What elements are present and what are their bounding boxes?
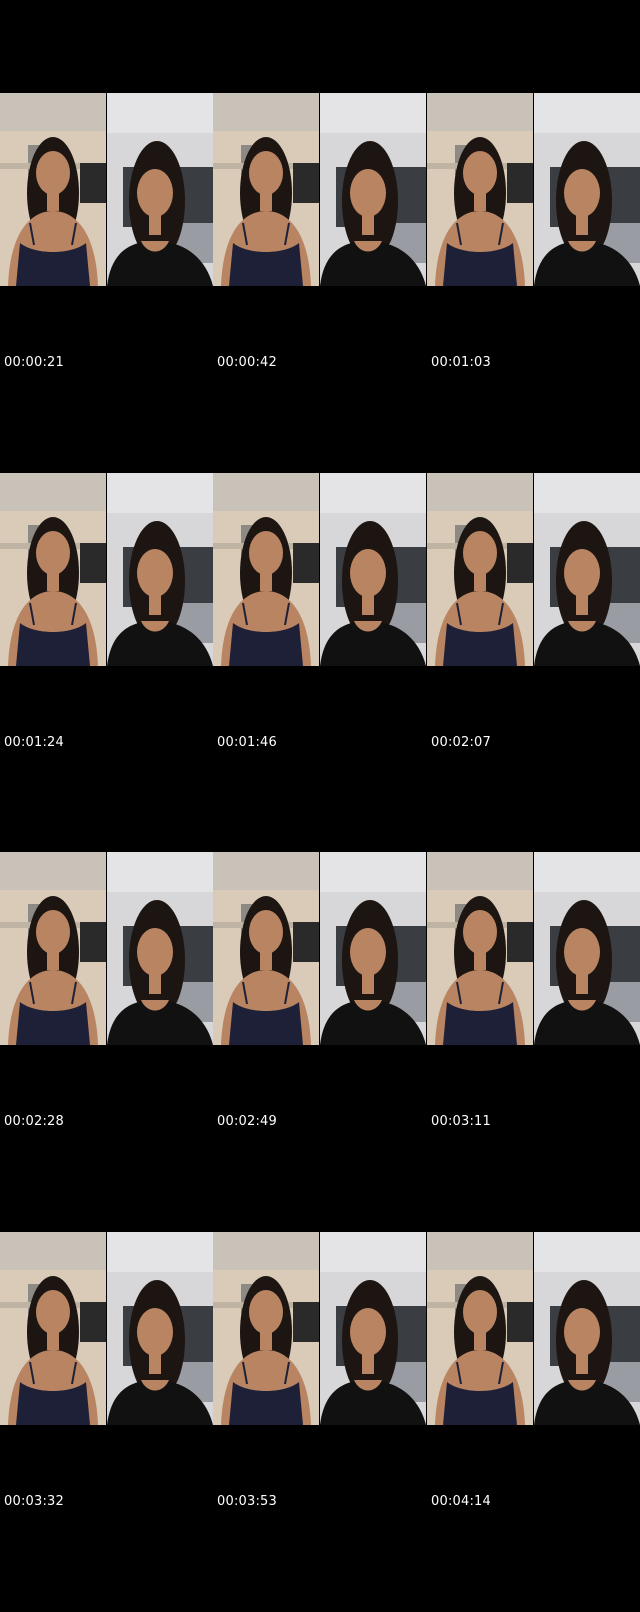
timestamp-label: 00:02:49 [217, 1114, 277, 1129]
kitchen-scene-image [0, 1232, 106, 1425]
bedroom-scene-image [107, 93, 213, 286]
video-frame-left [0, 473, 106, 666]
thumbnail-row: 00:01:24 00:01:46 00:02:07 [0, 473, 640, 853]
bedroom-scene-image [320, 473, 426, 666]
thumbnail-row: 00:00:21 00:00:42 00:01:03 [0, 93, 640, 473]
video-frame-right [107, 473, 213, 666]
video-frame-right [107, 1232, 213, 1425]
video-frame-right [534, 473, 640, 666]
video-frame-right [107, 852, 213, 1045]
kitchen-scene-image [213, 93, 319, 286]
kitchen-scene-image [0, 473, 106, 666]
timestamp-label: 00:04:14 [431, 1494, 491, 1509]
timestamp-label: 00:00:42 [217, 355, 277, 370]
thumbnail-cell: 00:01:03 [427, 93, 640, 473]
kitchen-scene-image [213, 852, 319, 1045]
kitchen-scene-image [427, 1232, 533, 1425]
thumbnail-cell: 00:02:49 [213, 852, 427, 1232]
contact-sheet: 00:00:21 00:00:42 00:01:03 00:01:24 00:0… [0, 0, 640, 1518]
video-frame-left [213, 473, 319, 666]
video-frame-left [427, 1232, 533, 1425]
thumbnail-row: 00:02:28 00:02:49 00:03:11 [0, 852, 640, 1232]
video-frame-left [213, 93, 319, 286]
bedroom-scene-image [534, 1232, 640, 1425]
thumbnail-cell: 00:02:28 [0, 852, 214, 1232]
video-frame-right [320, 473, 426, 666]
timestamp-label: 00:02:28 [4, 1114, 64, 1129]
video-frame-right [320, 1232, 426, 1425]
video-frame-left [427, 93, 533, 286]
video-frame-left [0, 852, 106, 1045]
timestamp-label: 00:00:21 [4, 355, 64, 370]
thumbnail-cell: 00:03:32 [0, 1232, 214, 1612]
video-frame-left [0, 1232, 106, 1425]
video-frame-right [320, 852, 426, 1045]
timestamp-label: 00:03:11 [431, 1114, 491, 1129]
bedroom-scene-image [534, 93, 640, 286]
video-frame-left [213, 852, 319, 1045]
bedroom-scene-image [320, 1232, 426, 1425]
bedroom-scene-image [534, 852, 640, 1045]
timestamp-label: 00:01:03 [431, 355, 491, 370]
timestamp-label: 00:01:24 [4, 735, 64, 750]
video-frame-right [534, 852, 640, 1045]
bedroom-scene-image [107, 473, 213, 666]
kitchen-scene-image [213, 473, 319, 666]
video-frame-right [534, 1232, 640, 1425]
kitchen-scene-image [427, 473, 533, 666]
bedroom-scene-image [534, 473, 640, 666]
video-frame-left [427, 473, 533, 666]
video-frame-right [534, 93, 640, 286]
video-frame-left [0, 93, 106, 286]
timestamp-label: 00:02:07 [431, 735, 491, 750]
kitchen-scene-image [427, 852, 533, 1045]
thumbnail-cell: 00:01:46 [213, 473, 427, 853]
thumbnail-cell: 00:03:53 [213, 1232, 427, 1612]
bedroom-scene-image [107, 852, 213, 1045]
bedroom-scene-image [320, 852, 426, 1045]
kitchen-scene-image [0, 852, 106, 1045]
thumbnail-cell: 00:02:07 [427, 473, 640, 853]
thumbnail-cell: 00:04:14 [427, 1232, 640, 1612]
kitchen-scene-image [213, 1232, 319, 1425]
video-frame-left [213, 1232, 319, 1425]
video-frame-right [107, 93, 213, 286]
bedroom-scene-image [320, 93, 426, 286]
thumbnail-cell: 00:03:11 [427, 852, 640, 1232]
thumbnail-cell: 00:00:42 [213, 93, 427, 473]
kitchen-scene-image [0, 93, 106, 286]
video-frame-right [320, 93, 426, 286]
thumbnail-cell: 00:01:24 [0, 473, 214, 853]
timestamp-label: 00:01:46 [217, 735, 277, 750]
bedroom-scene-image [107, 1232, 213, 1425]
timestamp-label: 00:03:32 [4, 1494, 64, 1509]
kitchen-scene-image [427, 93, 533, 286]
video-frame-left [427, 852, 533, 1045]
timestamp-label: 00:03:53 [217, 1494, 277, 1509]
thumbnail-cell: 00:00:21 [0, 93, 214, 473]
thumbnail-row: 00:03:32 00:03:53 00:04:14 [0, 1232, 640, 1612]
